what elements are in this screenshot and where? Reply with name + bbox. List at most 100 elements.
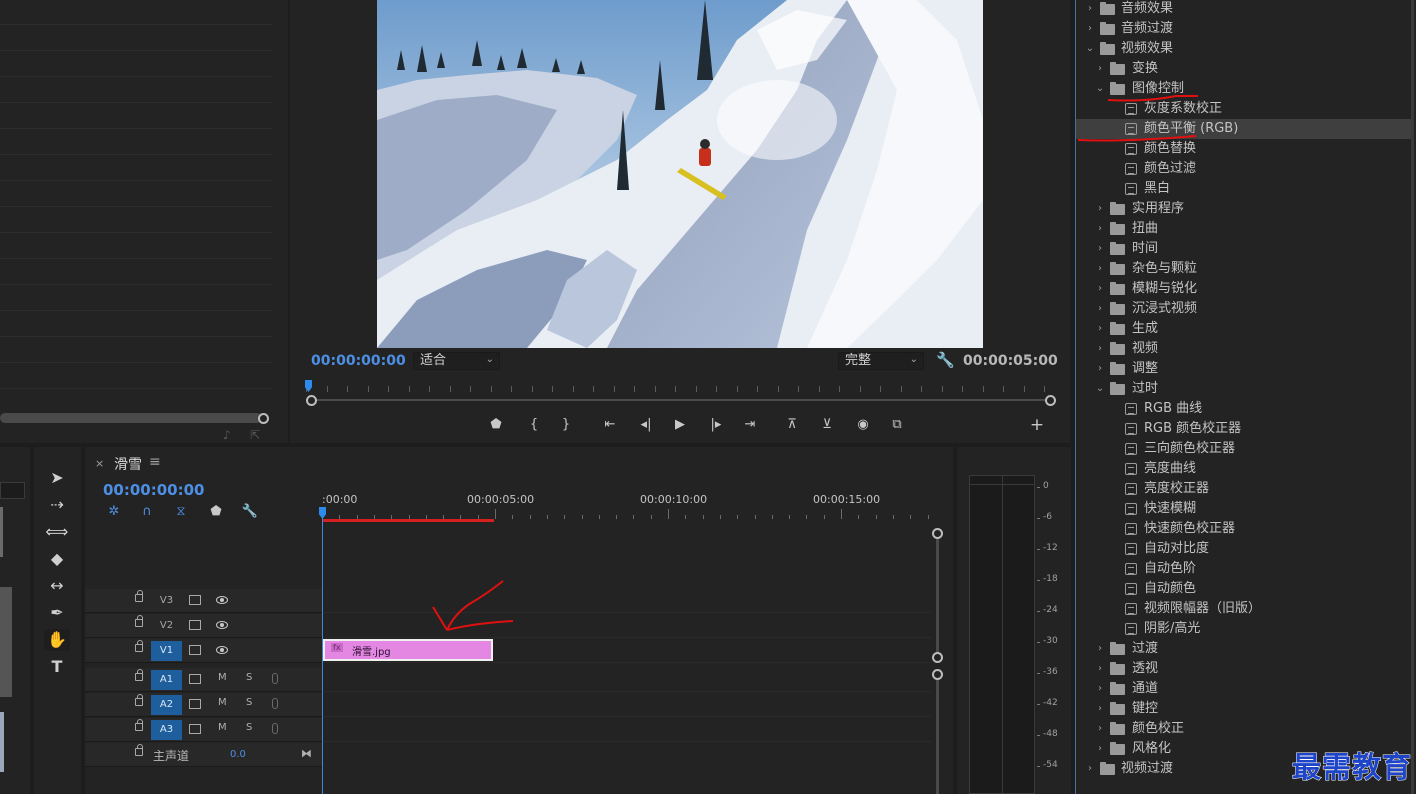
- close-tab-icon[interactable]: ×: [95, 457, 104, 470]
- effects-folder[interactable]: › 调整: [1076, 359, 1411, 379]
- video-tracks-scrollbar[interactable]: [936, 531, 939, 657]
- eye-icon[interactable]: [216, 596, 228, 604]
- eye-icon[interactable]: [216, 621, 228, 629]
- zoom-slider-knob[interactable]: [258, 413, 269, 424]
- chevron-right-icon[interactable]: ›: [1094, 699, 1106, 719]
- chevron-right-icon[interactable]: ›: [1084, 0, 1096, 19]
- effects-folder[interactable]: › 音频效果: [1076, 0, 1411, 19]
- audio-track-lane[interactable]: [322, 668, 932, 692]
- microphone-icon[interactable]: [272, 698, 278, 709]
- wrench-icon[interactable]: 🔧: [936, 351, 955, 369]
- effects-folder[interactable]: › 扭曲: [1076, 219, 1411, 239]
- effects-folder[interactable]: ⌄ 视频效果: [1076, 39, 1411, 59]
- step-forward-icon[interactable]: |▸: [706, 416, 726, 434]
- effects-folder[interactable]: › 变换: [1076, 59, 1411, 79]
- lock-icon[interactable]: [135, 615, 143, 627]
- chevron-down-icon[interactable]: ⌄: [1084, 39, 1096, 59]
- program-time-ruler[interactable]: [306, 380, 1052, 394]
- track-target-toggle[interactable]: A3: [151, 720, 182, 740]
- track-target-toggle[interactable]: A1: [151, 670, 182, 690]
- effect-item[interactable]: 颜色过滤: [1076, 159, 1411, 179]
- effects-folder[interactable]: › 时间: [1076, 239, 1411, 259]
- audio-track-header[interactable]: A3 M S: [85, 718, 322, 742]
- chevron-right-icon[interactable]: ›: [1094, 339, 1106, 359]
- lock-icon[interactable]: [135, 669, 143, 681]
- step-back-icon[interactable]: ◂|: [636, 416, 656, 434]
- mark-in-icon[interactable]: {: [524, 416, 544, 434]
- solo-button[interactable]: S: [246, 697, 252, 708]
- chevron-down-icon[interactable]: ⌄: [1094, 379, 1106, 399]
- lock-icon[interactable]: [135, 694, 143, 706]
- zoom-level-select[interactable]: 适合 ⌄: [413, 352, 500, 370]
- type-tool-icon[interactable]: T: [44, 656, 70, 678]
- selection-tool-icon[interactable]: ➤: [44, 467, 70, 489]
- track-target-toggle[interactable]: V3: [151, 591, 182, 611]
- panel-menu-icon[interactable]: ≡: [149, 454, 161, 470]
- effects-folder[interactable]: ⌄ 图像控制: [1076, 79, 1411, 99]
- chevron-right-icon[interactable]: ›: [1084, 759, 1096, 779]
- effect-item[interactable]: 黑白: [1076, 179, 1411, 199]
- effects-folder[interactable]: › 透视: [1076, 659, 1411, 679]
- eye-icon[interactable]: [216, 646, 228, 654]
- chevron-right-icon[interactable]: ›: [1094, 279, 1106, 299]
- scrollbar-left-knob[interactable]: [306, 395, 317, 406]
- chevron-right-icon[interactable]: ›: [1094, 259, 1106, 279]
- add-marker-icon[interactable]: ⬟: [486, 416, 506, 434]
- chevron-right-icon[interactable]: ›: [1084, 19, 1096, 39]
- effect-item[interactable]: RGB 颜色校正器: [1076, 419, 1411, 439]
- playback-resolution-select[interactable]: 完整 ⌄: [838, 352, 924, 370]
- razor-tool-icon[interactable]: ◆: [44, 548, 70, 570]
- timeline-playhead-line[interactable]: [322, 519, 323, 794]
- video-track-header[interactable]: V1: [85, 639, 322, 663]
- effect-item[interactable]: 灰度系数校正: [1076, 99, 1411, 119]
- camera-icon[interactable]: ◉: [853, 416, 873, 434]
- mute-button[interactable]: M: [218, 672, 227, 683]
- extract-icon[interactable]: ⊻: [817, 416, 837, 434]
- program-video-frame[interactable]: [377, 0, 983, 348]
- chevron-right-icon[interactable]: ›: [1094, 219, 1106, 239]
- effects-folder[interactable]: › 键控: [1076, 699, 1411, 719]
- hand-tool-icon[interactable]: ✋: [44, 629, 70, 651]
- compare-view-icon[interactable]: ⧉: [887, 416, 907, 434]
- effects-folder[interactable]: › 沉浸式视频: [1076, 299, 1411, 319]
- chevron-right-icon[interactable]: ›: [1094, 719, 1106, 739]
- audio-track-header[interactable]: A2 M S: [85, 693, 322, 717]
- chevron-right-icon[interactable]: ›: [1094, 59, 1106, 79]
- go-to-in-icon[interactable]: ⇤: [600, 416, 620, 434]
- effects-folder[interactable]: ⌄ 过时: [1076, 379, 1411, 399]
- video-track-lane[interactable]: [322, 614, 932, 638]
- track-select-tool-icon[interactable]: ⇢: [44, 494, 70, 516]
- scroll-knob[interactable]: [932, 652, 943, 663]
- audio-track-lane[interactable]: [322, 718, 932, 742]
- effects-folder[interactable]: › 生成: [1076, 319, 1411, 339]
- effects-folder[interactable]: › 通道: [1076, 679, 1411, 699]
- chevron-right-icon[interactable]: ›: [1094, 659, 1106, 679]
- effect-item[interactable]: 自动颜色: [1076, 579, 1411, 599]
- effects-folder[interactable]: › 视频: [1076, 339, 1411, 359]
- effect-item[interactable]: 亮度曲线: [1076, 459, 1411, 479]
- sync-lock-icon[interactable]: [189, 674, 201, 684]
- add-marker-icon[interactable]: ⬟: [207, 504, 225, 520]
- timeline-time-ruler[interactable]: [322, 507, 932, 519]
- automate-to-sequence-icon[interactable]: ♪: [223, 428, 231, 442]
- go-to-out-icon[interactable]: ⇥: [740, 416, 760, 434]
- audio-tracks-scrollbar[interactable]: [936, 677, 939, 794]
- chevron-right-icon[interactable]: ›: [1094, 199, 1106, 219]
- sequence-tab-name[interactable]: 滑雪: [114, 454, 142, 474]
- chevron-right-icon[interactable]: ›: [1094, 299, 1106, 319]
- scrollbar-right-knob[interactable]: [1045, 395, 1056, 406]
- scroll-knob[interactable]: [932, 528, 943, 539]
- nest-sequence-icon[interactable]: ✲: [105, 504, 123, 520]
- mini-scrollbar[interactable]: [0, 587, 12, 697]
- effect-item[interactable]: 阴影/高光: [1076, 619, 1411, 639]
- program-zoom-scrollbar[interactable]: [310, 399, 1048, 401]
- solo-button[interactable]: S: [246, 672, 252, 683]
- effect-item[interactable]: 自动对比度: [1076, 539, 1411, 559]
- effects-folder[interactable]: › 过渡: [1076, 639, 1411, 659]
- effects-vertical-scrollbar[interactable]: [1411, 0, 1414, 794]
- video-track-header[interactable]: V3: [85, 589, 322, 613]
- effects-folder[interactable]: › 模糊与锐化: [1076, 279, 1411, 299]
- effect-item[interactable]: 快速模糊: [1076, 499, 1411, 519]
- sync-lock-icon[interactable]: [189, 595, 201, 605]
- effects-folder[interactable]: › 音频过渡: [1076, 19, 1411, 39]
